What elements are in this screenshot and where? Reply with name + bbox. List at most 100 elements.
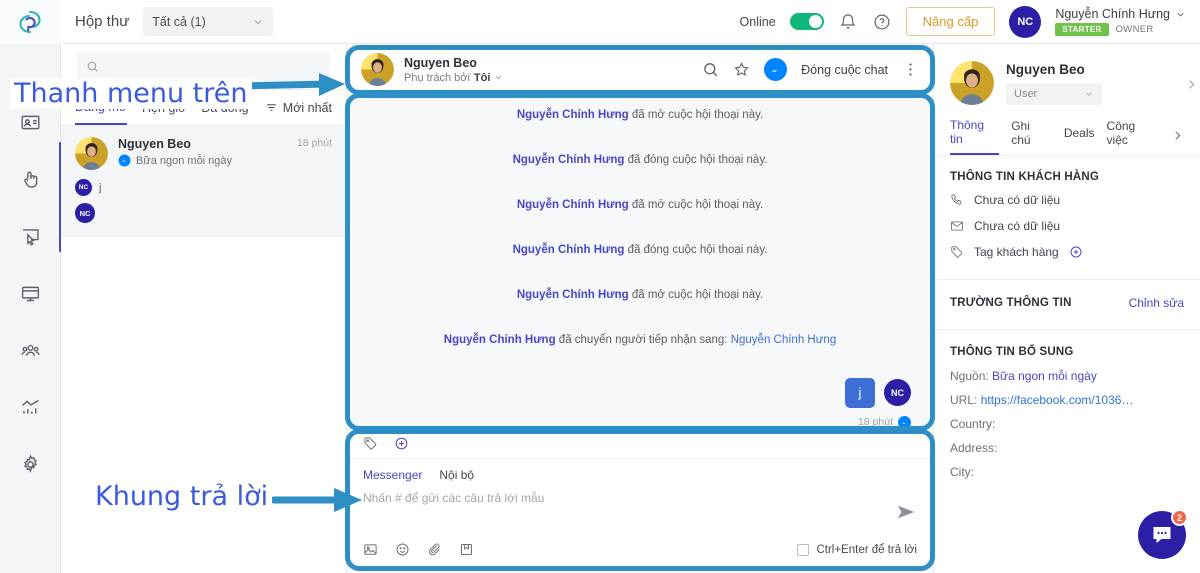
conversation-subtitle: Bữa ngon mỗi ngày xyxy=(136,154,233,167)
customer-tag-label: Tag khách hàng xyxy=(974,245,1059,259)
person-photo-icon xyxy=(361,53,394,86)
sidebar-item-engagement[interactable] xyxy=(18,167,42,191)
system-message-transfer: Nguyễn Chính Hưng đã chuyển người tiếp n… xyxy=(347,332,933,348)
contact-role-select[interactable]: User xyxy=(1006,82,1102,105)
transfer-target: Nguyễn Chính Hưng xyxy=(730,334,837,347)
extra-key: URL: xyxy=(950,393,978,407)
chat-messages: Nguyễn Chính Hưng đã mở cuộc hội thoại n… xyxy=(347,96,933,428)
plus-circle-icon[interactable] xyxy=(1069,245,1083,259)
chevron-right-icon xyxy=(1189,80,1195,89)
sidebar-item-website[interactable] xyxy=(18,281,42,305)
monitor-icon xyxy=(21,286,39,301)
extra-row-country: Country: xyxy=(934,412,1200,436)
online-label: Online xyxy=(739,14,776,29)
role-badge: OWNER xyxy=(1115,24,1154,35)
avatar[interactable]: NC xyxy=(1009,5,1042,38)
attachment-icon[interactable] xyxy=(427,542,442,557)
conversation-name: Nguyen Beo xyxy=(118,137,191,151)
more-vertical-icon xyxy=(909,63,912,76)
contact-details-panel: Nguyen Beo User Thông tin Ghi chú Deals … xyxy=(933,44,1200,573)
edit-fields-button[interactable]: Chỉnh sửa xyxy=(1129,296,1184,310)
image-icon[interactable] xyxy=(363,542,378,557)
extra-key: Country: xyxy=(950,417,996,431)
message-actor: Nguyễn Chính Hưng xyxy=(516,199,629,212)
tab-dang-mo[interactable]: Đang mở xyxy=(75,91,127,125)
extra-value[interactable]: https://facebook.com/1036… xyxy=(981,393,1134,407)
system-message: Nguyễn Chính Hưng đã mở cuộc hội thoại n… xyxy=(347,197,933,213)
chevron-right-icon xyxy=(1175,130,1181,140)
conversation-tags: NC j NC xyxy=(75,179,332,223)
chat-more-button[interactable] xyxy=(902,61,919,78)
sidebar-item-settings[interactable] xyxy=(18,452,42,476)
sidebar-item-contacts[interactable] xyxy=(18,110,42,134)
filter-sort-icon xyxy=(266,104,276,111)
sidebar-item-team[interactable] xyxy=(18,338,42,362)
chat-assignee[interactable]: Phụ trách bởi Tôi xyxy=(404,72,503,84)
help-button[interactable] xyxy=(872,12,892,32)
chevron-down-icon xyxy=(496,76,502,80)
tab-ghi-chu[interactable]: Ghi chú xyxy=(1011,119,1052,154)
message-actor: Nguyễn Chính Hưng xyxy=(512,244,625,257)
online-toggle[interactable] xyxy=(789,13,824,30)
tab-thong-tin[interactable]: Thông tin xyxy=(950,118,1000,155)
tab-cong-viec[interactable]: Công việc xyxy=(1107,119,1159,154)
transfer-actor: Nguyễn Chính Hưng xyxy=(443,334,556,347)
sidebar-item-analytics[interactable] xyxy=(18,395,42,419)
customer-phone-row: Chưa có dữ liệu xyxy=(934,187,1200,213)
ctrl-enter-option[interactable]: Ctrl+Enter để trả lời xyxy=(797,543,917,556)
message-actor: Nguyễn Chính Hưng xyxy=(516,109,629,121)
app-root: Hộp thư Tất cả (1) Online Nâng cấp NC Ng… xyxy=(0,0,1200,573)
extra-row-address: Address: xyxy=(934,436,1200,460)
chat-search-button[interactable] xyxy=(702,61,719,78)
tab-hen-gio[interactable]: Hẹn giờ xyxy=(142,92,186,124)
notifications-button[interactable] xyxy=(838,12,858,32)
tab-noi-bo[interactable]: Nội bộ xyxy=(439,468,474,482)
user-menu[interactable]: Nguyễn Chính Hưng STARTER OWNER xyxy=(1055,7,1186,36)
chevron-down-icon xyxy=(1177,12,1184,17)
tag-icon[interactable] xyxy=(363,436,378,451)
support-chat-badge: 2 xyxy=(1171,509,1188,526)
list-item[interactable]: Nguyen Beo Bữa ngon mỗi ngày 18 phút NC … xyxy=(61,126,346,237)
messenger-icon xyxy=(771,69,779,73)
collapse-panel-button[interactable] xyxy=(1185,78,1198,96)
plus-circle-icon[interactable] xyxy=(394,436,409,451)
system-message: Nguyễn Chính Hưng đã đóng cuộc hội thoại… xyxy=(347,152,933,168)
assign-value: Tôi xyxy=(473,71,491,84)
tab-da-dong[interactable]: Đã đóng xyxy=(201,92,248,124)
save-icon[interactable] xyxy=(459,542,474,557)
extra-key: Nguồn: xyxy=(950,369,989,383)
close-chat-button[interactable]: Đóng cuộc chat xyxy=(801,63,888,77)
upgrade-button[interactable]: Nâng cấp xyxy=(905,7,996,36)
support-chat-button[interactable]: 2 xyxy=(1138,509,1188,559)
send-button[interactable] xyxy=(895,501,917,528)
messenger-channel-button[interactable] xyxy=(764,58,788,81)
tab-messenger[interactable]: Messenger xyxy=(363,468,422,482)
tab-deals[interactable]: Deals xyxy=(1064,126,1095,147)
avatar: NC xyxy=(884,379,911,407)
emoji-icon[interactable] xyxy=(395,542,410,557)
customer-tag-row[interactable]: Tag khách hàng xyxy=(934,239,1200,265)
left-rail xyxy=(0,0,61,573)
message-text: đã đóng cuộc hội thoại này. xyxy=(624,154,768,167)
messenger-icon xyxy=(901,422,906,424)
app-logo[interactable] xyxy=(0,0,61,44)
checkbox[interactable] xyxy=(797,543,810,556)
sidebar-item-campaigns[interactable] xyxy=(18,224,42,248)
search-input[interactable] xyxy=(77,52,330,81)
inbox-filter-select[interactable]: Tất cả (1) xyxy=(143,7,274,36)
transfer-text: đã chuyển người tiếp nhận sang: xyxy=(555,334,731,347)
message-actor: Nguyễn Chính Hưng xyxy=(516,289,629,302)
chat-panel: Nguyen Beo Phụ trách bởi Tôi Đóng cuộc c… xyxy=(347,44,933,573)
message-text: đã mở cuộc hội thoại này. xyxy=(628,289,764,302)
reply-input[interactable]: Nhấn # để gửi các câu trả lời mẫu xyxy=(363,491,895,505)
contact-name: Nguyen Beo xyxy=(1006,61,1085,77)
search-icon xyxy=(87,61,98,72)
send-icon xyxy=(897,505,915,519)
sort-label: Mới nhất xyxy=(282,100,332,115)
sort-control[interactable]: Mới nhất xyxy=(265,101,332,115)
message-text: đã mở cuộc hội thoại này. xyxy=(628,109,764,121)
tabs-more-button[interactable] xyxy=(1171,129,1184,145)
message-text: đã đóng cuộc hội thoại này. xyxy=(624,244,768,257)
chat-favorite-button[interactable] xyxy=(733,61,750,78)
extra-row-url: URL: https://facebook.com/1036… xyxy=(934,388,1200,412)
